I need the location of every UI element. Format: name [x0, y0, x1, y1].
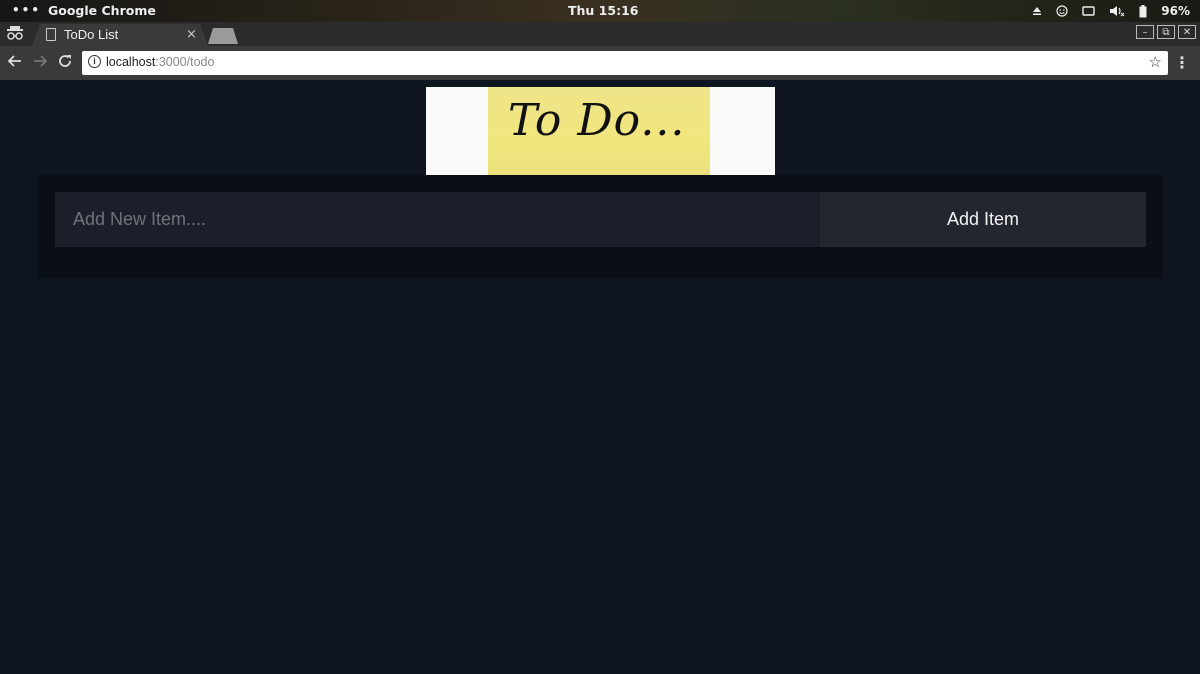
- bookmark-star-icon[interactable]: ☆: [1149, 53, 1162, 71]
- todo-banner-image: To Do...: [426, 87, 775, 175]
- tab-todo-list[interactable]: ToDo List ×: [32, 24, 208, 46]
- add-item-panel: Add Item: [38, 175, 1163, 279]
- window-controls: – ⧉ ✕: [1136, 25, 1196, 39]
- site-info-icon[interactable]: i: [88, 55, 101, 68]
- system-top-bar: ••• Google Chrome Thu 15:16 96%: [0, 0, 1200, 22]
- system-tray[interactable]: 96%: [1032, 2, 1190, 20]
- minimize-button[interactable]: –: [1136, 25, 1154, 39]
- battery-icon[interactable]: [1139, 2, 1147, 20]
- eject-icon[interactable]: [1032, 2, 1042, 20]
- sticky-note: To Do...: [488, 87, 710, 175]
- tab-close-icon[interactable]: ×: [186, 27, 197, 42]
- restore-button[interactable]: ⧉: [1157, 25, 1175, 39]
- url-host: localhost: [106, 55, 156, 69]
- new-item-input[interactable]: [55, 192, 820, 247]
- chrome-menu-icon[interactable]: ⋮: [1174, 53, 1190, 72]
- volume-muted-icon[interactable]: [1109, 2, 1125, 20]
- tab-title: ToDo List: [64, 27, 119, 42]
- incognito-icon: [6, 25, 26, 43]
- back-arrow-icon[interactable]: [7, 53, 22, 72]
- browser-toolbar: i localhost:3000/todo ☆ ⋮: [0, 46, 1200, 80]
- app-menu-name[interactable]: Google Chrome: [48, 3, 156, 18]
- activities-dots-icon[interactable]: •••: [12, 3, 41, 17]
- emoji-face-icon[interactable]: [1056, 2, 1068, 20]
- address-bar[interactable]: i localhost:3000/todo ☆: [82, 51, 1168, 75]
- battery-percent[interactable]: 96%: [1161, 4, 1190, 18]
- banner-text: To Do...: [508, 95, 686, 146]
- close-window-button[interactable]: ✕: [1178, 25, 1196, 39]
- system-clock[interactable]: Thu 15:16: [568, 3, 638, 18]
- new-tab-button[interactable]: [208, 28, 238, 44]
- reload-icon[interactable]: [58, 53, 72, 72]
- address-url[interactable]: localhost:3000/todo: [106, 55, 214, 69]
- add-item-button[interactable]: Add Item: [820, 192, 1146, 247]
- forward-arrow-icon[interactable]: [33, 53, 48, 72]
- todo-page: To Do... Add Item: [1, 80, 1199, 674]
- page-icon: [46, 28, 56, 41]
- browser-tab-strip: ToDo List × – ⧉ ✕: [0, 22, 1200, 46]
- url-path: :3000/todo: [155, 55, 215, 69]
- display-icon[interactable]: [1082, 2, 1095, 20]
